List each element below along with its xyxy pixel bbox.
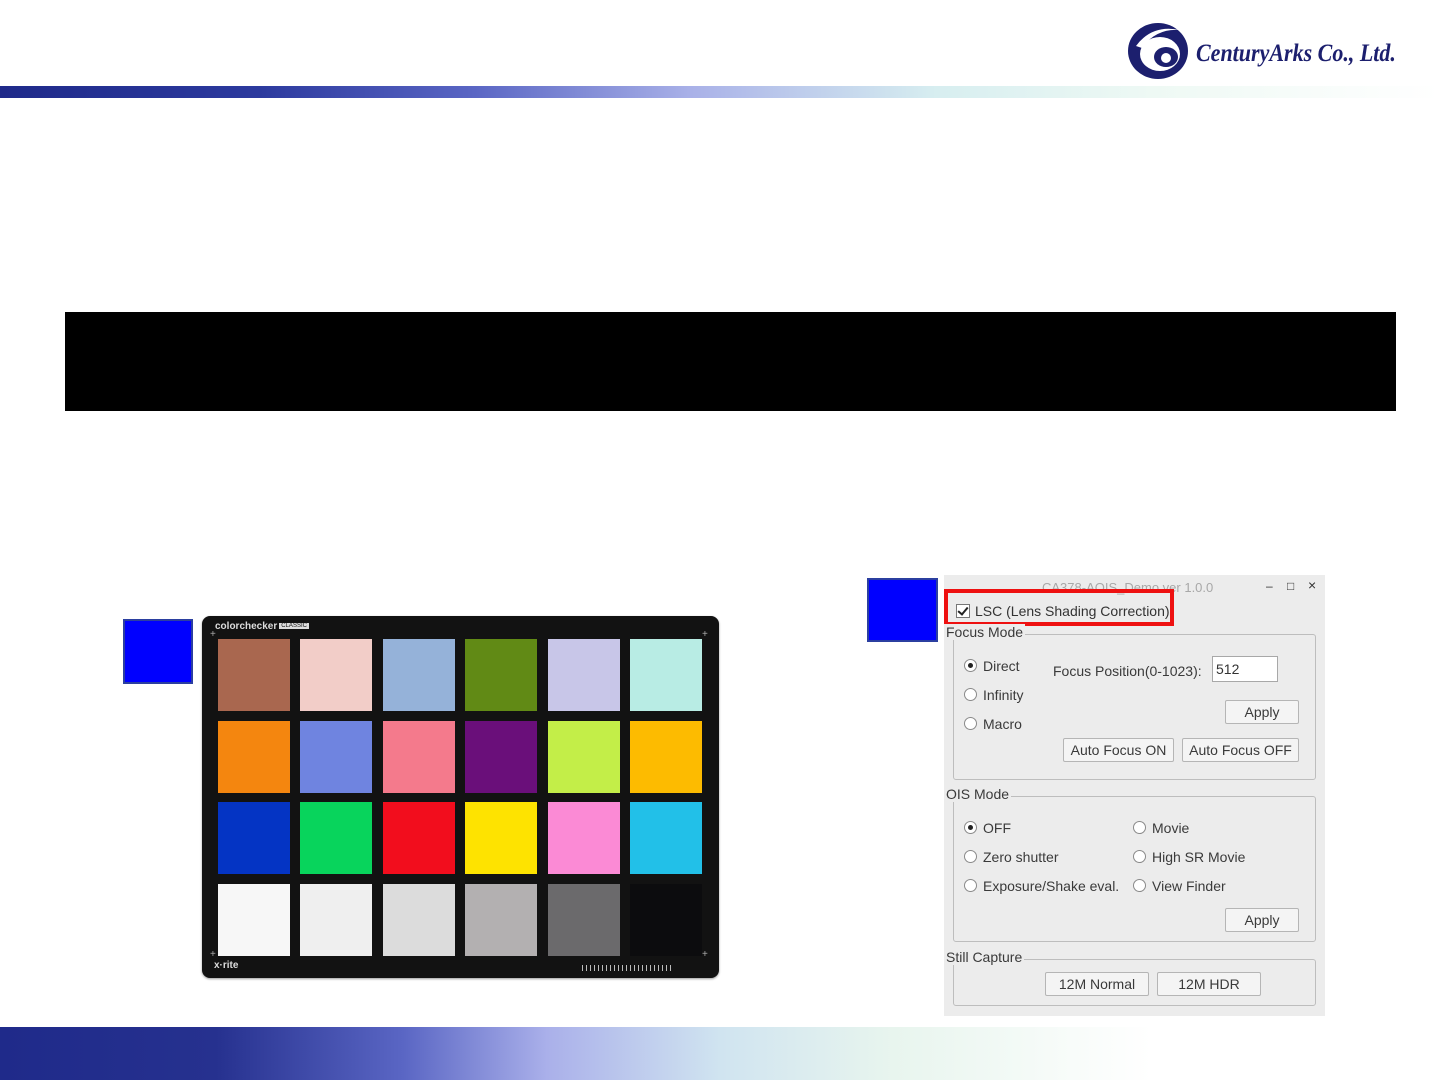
focus-apply-button[interactable]: Apply <box>1225 700 1299 724</box>
maximize-icon[interactable]: □ <box>1287 579 1294 593</box>
color-patch <box>382 639 455 711</box>
color-patch <box>465 720 538 793</box>
radio-direct[interactable]: Direct <box>964 658 1020 674</box>
ois-mode-group: OIS Mode OFF Zero shutter Exposure/Shake… <box>944 786 1316 942</box>
color-patch <box>300 720 373 793</box>
radio-zero-shutter[interactable]: Zero shutter <box>964 849 1058 865</box>
radio-exposure-shake[interactable]: Exposure/Shake eval. <box>964 878 1119 894</box>
color-patch <box>382 802 455 874</box>
color-patch <box>547 883 620 956</box>
radio-infinity[interactable]: Infinity <box>964 687 1023 703</box>
app-window: CA378-AOIS_Demo ver 1.0.0 – □ × LSC (Len… <box>944 575 1325 1016</box>
auto-focus-on-button[interactable]: Auto Focus ON <box>1063 738 1174 762</box>
ois-mode-label: OIS Mode <box>944 786 1012 802</box>
red-highlight-box <box>944 589 1174 626</box>
footer-band <box>0 1027 1440 1080</box>
color-patch <box>547 802 620 874</box>
company-logo: CenturyArks Co., Ltd. <box>1126 20 1426 84</box>
redacted-title-bar <box>65 312 1396 411</box>
radio-high-sr-movie[interactable]: High SR Movie <box>1133 849 1245 865</box>
color-patch <box>547 720 620 793</box>
radio-view-finder[interactable]: View Finder <box>1133 878 1226 894</box>
still-capture-label: Still Capture <box>944 949 1025 965</box>
ruler-scale <box>582 965 674 971</box>
annotation-marker-right <box>867 578 938 642</box>
xrite-logo: x·rite <box>214 960 239 971</box>
focus-mode-label: Focus Mode <box>944 624 1026 640</box>
color-patch <box>382 883 455 956</box>
color-patch <box>300 639 373 711</box>
color-patch <box>218 639 290 711</box>
color-patch <box>300 802 373 874</box>
12m-normal-button[interactable]: 12M Normal <box>1045 972 1149 996</box>
crosshair-mark: + <box>702 629 708 640</box>
color-patch <box>218 883 290 956</box>
header-band <box>0 86 1440 98</box>
crosshair-mark: + <box>702 949 708 960</box>
focus-mode-group: Focus Mode Direct Infinity Macro Focus P… <box>944 624 1316 780</box>
radio-ois-off[interactable]: OFF <box>964 820 1011 836</box>
color-patch <box>630 720 702 793</box>
close-icon[interactable]: × <box>1308 578 1316 592</box>
ois-apply-button[interactable]: Apply <box>1225 908 1299 932</box>
company-logo-mark <box>1128 23 1188 79</box>
radio-movie[interactable]: Movie <box>1133 820 1189 836</box>
radio-macro[interactable]: Macro <box>964 716 1022 732</box>
color-patch <box>630 802 702 874</box>
color-patch <box>465 639 538 711</box>
still-capture-group: Still Capture 12M Normal 12M HDR <box>944 949 1316 1006</box>
focus-position-label: Focus Position(0-1023): <box>1053 663 1202 679</box>
crosshair-mark: + <box>210 629 216 640</box>
minimize-icon[interactable]: – <box>1266 579 1273 593</box>
annotation-marker-left <box>123 619 193 684</box>
12m-hdr-button[interactable]: 12M HDR <box>1157 972 1261 996</box>
color-patch <box>465 883 538 956</box>
crosshair-mark: + <box>210 949 216 960</box>
color-patch <box>630 883 702 956</box>
company-name: CenturyArks Co., Ltd. <box>1196 40 1396 67</box>
color-patch <box>218 720 290 793</box>
color-checker-card: colorchecker CLASSIC + + + + x·rite <box>202 616 719 978</box>
focus-position-input[interactable]: 512 <box>1212 656 1278 682</box>
color-patch <box>465 802 538 874</box>
checker-brand: colorchecker CLASSIC <box>215 621 309 632</box>
color-patch <box>630 639 702 711</box>
color-patch <box>382 720 455 793</box>
color-patch <box>218 802 290 874</box>
color-patch <box>300 883 373 956</box>
color-patch <box>547 639 620 711</box>
auto-focus-off-button[interactable]: Auto Focus OFF <box>1182 738 1299 762</box>
